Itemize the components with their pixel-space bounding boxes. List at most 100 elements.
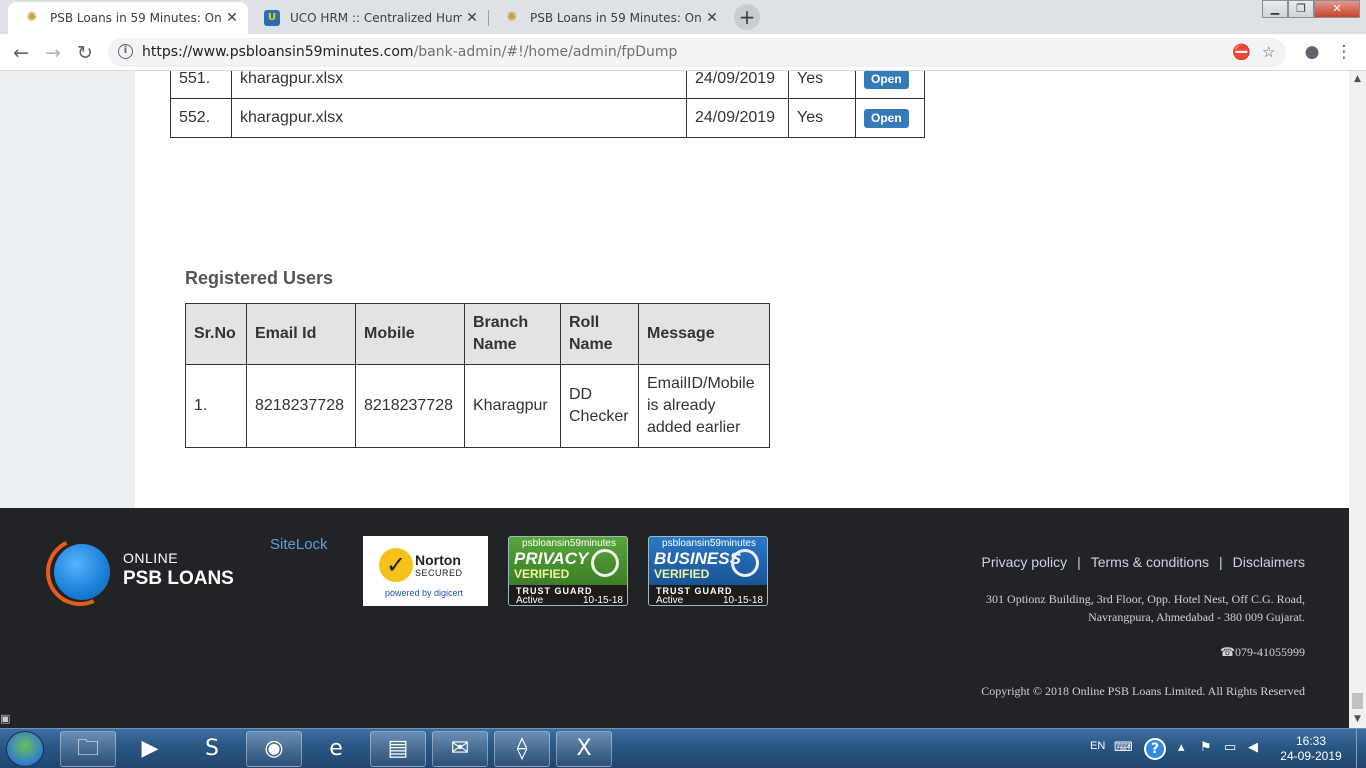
open-button[interactable]: Open bbox=[864, 71, 909, 89]
open-button[interactable]: Open bbox=[864, 108, 909, 128]
close-tab-icon[interactable]: ✕ bbox=[464, 10, 480, 26]
address-line-1: 301 Optionz Building, 3rd Floor, Opp. Ho… bbox=[986, 592, 1305, 606]
address-bar[interactable]: i https://www.psbloansin59minutes.com/ba… bbox=[108, 38, 1286, 67]
clock-date: 24-09-2019 bbox=[1280, 749, 1342, 763]
badge-active: Active bbox=[656, 595, 684, 606]
start-button-icon[interactable] bbox=[6, 731, 44, 767]
close-tab-icon[interactable]: ✕ bbox=[704, 10, 720, 26]
scrollbar-thumb[interactable] bbox=[1352, 693, 1363, 709]
language-indicator[interactable]: EN bbox=[1090, 740, 1105, 752]
phone-number: 079-41055999 bbox=[1235, 645, 1305, 659]
sitelock-badge-link[interactable]: SiteLock bbox=[270, 536, 328, 553]
bookmark-star-icon[interactable]: ☆ bbox=[1262, 44, 1275, 61]
badge-verified: VERIFIED bbox=[514, 567, 570, 581]
logo-line-psb-loans: PSB LOANS bbox=[123, 568, 234, 589]
logo-text[interactable]: ONLINE PSB LOANS bbox=[123, 550, 234, 590]
url-path: /bank-admin/#!/home/admin/fpDump bbox=[413, 44, 678, 60]
date-cell: 24/09/2019 bbox=[686, 98, 789, 138]
network-icon[interactable]: ▭ bbox=[1224, 739, 1236, 757]
help-icon[interactable]: ? bbox=[1144, 738, 1166, 760]
status-cell: Yes bbox=[788, 71, 856, 99]
action-center-flag-icon[interactable]: ⚑ bbox=[1200, 739, 1212, 757]
system-clock[interactable]: 16:33 24-09-2019 bbox=[1276, 734, 1346, 764]
norton-powered-by: powered by digicert bbox=[385, 588, 464, 598]
action-cell: Open bbox=[855, 98, 925, 138]
disclaimers-link[interactable]: Disclaimers bbox=[1233, 554, 1305, 570]
close-tab-icon[interactable]: ✕ bbox=[224, 10, 240, 26]
scroll-down-arrow-icon[interactable]: ▼ bbox=[1349, 711, 1366, 728]
footer-address: 301 Optionz Building, 3rd Floor, Opp. Ho… bbox=[986, 590, 1305, 626]
left-gutter bbox=[0, 71, 135, 508]
maximize-button[interactable]: ❐ bbox=[1288, 0, 1314, 18]
vertical-scrollbar[interactable]: ▲ ▼ bbox=[1349, 71, 1366, 728]
footer-links: Privacy policy | Terms & conditions | Di… bbox=[982, 554, 1306, 570]
internet-explorer-icon[interactable]: e bbox=[308, 731, 364, 767]
psb-favicon-icon: ✺ bbox=[26, 10, 38, 25]
header-email-id: Email Id bbox=[246, 303, 356, 365]
header-roll-name: Roll Name bbox=[560, 303, 639, 365]
new-tab-button[interactable]: + bbox=[734, 4, 760, 30]
tab-psb-loans-active[interactable]: ✺ PSB Loans in 59 Minutes: Online ✕ bbox=[8, 2, 248, 34]
forward-arrow-icon[interactable]: → bbox=[40, 40, 66, 66]
serial-cell: 551. bbox=[170, 71, 232, 99]
terms-conditions-link[interactable]: Terms & conditions bbox=[1091, 554, 1209, 570]
badge-site: psbloansin59minutes bbox=[662, 538, 756, 549]
date-cell: 24/09/2019 bbox=[686, 71, 789, 99]
message-cell: EmailID/Mobile is already added earlier bbox=[638, 364, 770, 448]
link-separator: | bbox=[1077, 554, 1081, 570]
page-content: 551. kharagpur.xlsx 24/09/2019 Yes Open … bbox=[0, 71, 1349, 508]
privacy-verified-badge[interactable]: psbloansin59minutes PRIVACY VERIFIED TRU… bbox=[508, 536, 628, 606]
business-verified-badge[interactable]: psbloansin59minutes BUSINESS VERIFIED TR… bbox=[648, 536, 768, 606]
window-close-button[interactable]: ✕ bbox=[1314, 0, 1360, 18]
broken-image-icon: ▣ bbox=[0, 712, 11, 725]
mobile-cell: 8218237728 bbox=[355, 364, 465, 448]
scroll-up-arrow-icon[interactable]: ▲ bbox=[1349, 71, 1366, 88]
show-desktop-button[interactable] bbox=[1356, 729, 1366, 768]
file-name-cell: kharagpur.xlsx bbox=[231, 71, 687, 99]
windows-taskbar: 🗀 ▶ S ◉ e ▤ ✉ ⟠ X EN ⌨ ? ▴ ⚑ ▭ ◀ 16:33 2… bbox=[0, 728, 1366, 768]
table-row: 552. kharagpur.xlsx 24/09/2019 Yes Open bbox=[170, 98, 925, 138]
tab-title: PSB Loans in 59 Minutes: Online bbox=[50, 11, 222, 25]
footer-phone: ☎079-41055999 bbox=[1220, 645, 1305, 660]
uploaded-files-table: 551. kharagpur.xlsx 24/09/2019 Yes Open … bbox=[170, 71, 925, 138]
volume-icon[interactable]: ◀ bbox=[1248, 739, 1258, 757]
header-sr-no: Sr.No bbox=[185, 303, 247, 365]
uco-favicon-icon: U bbox=[264, 10, 280, 26]
blocked-content-icon[interactable]: ⛔ bbox=[1232, 44, 1251, 61]
badge-title: PRIVACY bbox=[514, 549, 589, 568]
registered-users-table: Sr.No Email Id Mobile Branch Name Roll N… bbox=[185, 303, 770, 448]
logo-globe bbox=[54, 544, 110, 600]
excel-icon[interactable]: X bbox=[556, 731, 612, 767]
back-arrow-icon[interactable]: ← bbox=[8, 40, 34, 66]
file-name-cell: kharagpur.xlsx bbox=[231, 98, 687, 138]
tab-uco-hrm[interactable]: U UCO HRM :: Centralized Human ✕ bbox=[248, 2, 488, 34]
site-info-icon[interactable]: i bbox=[118, 44, 133, 59]
outlook-icon[interactable]: ✉ bbox=[432, 731, 488, 767]
registered-users-heading: Registered Users bbox=[185, 268, 334, 288]
show-hidden-icons-chevron-icon[interactable]: ▴ bbox=[1178, 739, 1185, 757]
minimize-button[interactable]: ▁ bbox=[1262, 0, 1288, 18]
logo-line-online: ONLINE bbox=[123, 550, 179, 566]
browser-toolbar: ← → ↻ i https://www.psbloansin59minutes.… bbox=[0, 34, 1366, 71]
file-explorer-icon[interactable]: 🗀 bbox=[60, 731, 116, 767]
link-separator: | bbox=[1219, 554, 1223, 570]
browser-tab-strip: ✺ PSB Loans in 59 Minutes: Online ✕ U UC… bbox=[0, 0, 1366, 34]
menu-kebab-icon[interactable]: ⋮ bbox=[1332, 41, 1356, 63]
chrome-icon[interactable]: ◉ bbox=[246, 731, 302, 767]
skype-icon[interactable]: S bbox=[184, 731, 240, 767]
psb-loans-logo-icon[interactable] bbox=[36, 528, 124, 616]
serial-cell: 1. bbox=[185, 364, 247, 448]
header-message: Message bbox=[638, 303, 770, 365]
badge-title: BUSINESS bbox=[654, 549, 741, 568]
table-row: 1. 8218237728 8218237728 Kharagpur DD Ch… bbox=[185, 364, 770, 448]
document-viewer-icon[interactable]: ▤ bbox=[370, 731, 426, 767]
reload-icon[interactable]: ↻ bbox=[72, 40, 98, 66]
adobe-reader-icon[interactable]: ⟠ bbox=[494, 731, 550, 767]
norton-secured-badge[interactable]: ✓ Norton SECURED powered by digicert bbox=[363, 536, 488, 606]
tab-psb-loans[interactable]: ✺ PSB Loans in 59 Minutes: Online ✕ bbox=[488, 2, 728, 34]
media-player-icon[interactable]: ▶ bbox=[122, 731, 178, 767]
privacy-policy-link[interactable]: Privacy policy bbox=[982, 554, 1068, 570]
profile-avatar-icon[interactable]: ● bbox=[1300, 41, 1324, 63]
keyboard-icon[interactable]: ⌨ bbox=[1114, 739, 1133, 757]
psb-favicon-icon: ✺ bbox=[506, 10, 518, 25]
